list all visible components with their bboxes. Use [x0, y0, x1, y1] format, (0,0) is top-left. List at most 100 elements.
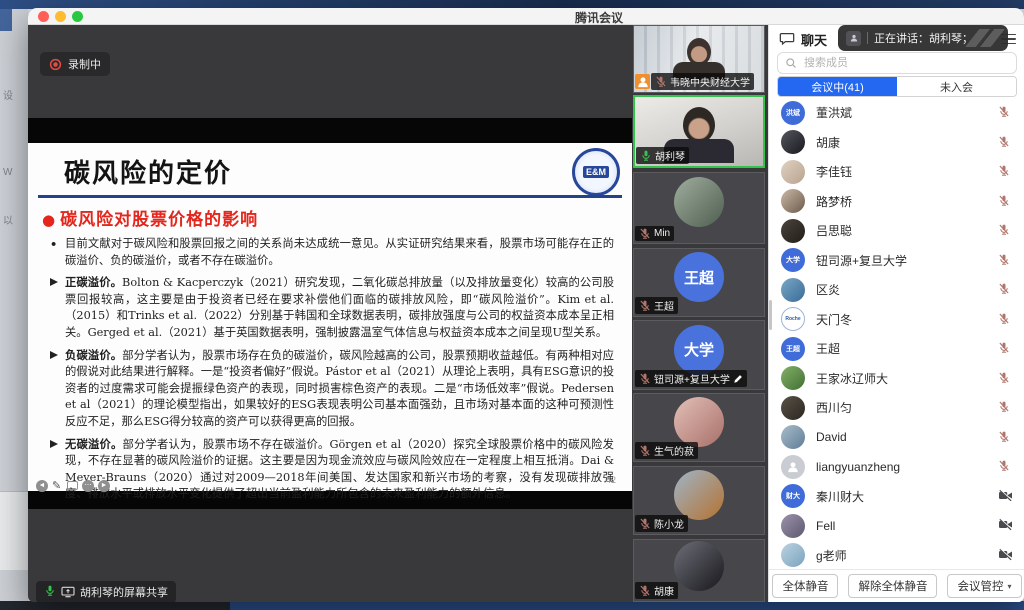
member-row[interactable]: 财大秦川财大 — [769, 482, 1024, 512]
participant-name: 韦晓中央财经大学 — [670, 74, 750, 89]
bullet-marker-icon — [50, 440, 58, 448]
mic-muted-icon — [998, 194, 1010, 207]
member-row[interactable]: David — [769, 423, 1024, 453]
member-row[interactable]: 王家冰辽师大 — [769, 364, 1024, 394]
whiteboard-icon[interactable] — [67, 481, 78, 490]
video-tile[interactable]: 大学 钮司源+复旦大学 — [633, 320, 765, 390]
scrollbar[interactable] — [769, 300, 772, 330]
avatar — [781, 514, 805, 538]
footer-button[interactable]: 全体静音 — [772, 574, 838, 598]
member-row[interactable]: Roche天门冬 — [769, 305, 1024, 335]
mic-muted-icon — [639, 584, 651, 597]
camera-off-icon — [998, 489, 1013, 502]
title-divider — [38, 195, 622, 198]
member-row[interactable]: 路梦桥 — [769, 187, 1024, 217]
speaking-toast: 正在讲话：胡利琴； — [838, 25, 1008, 51]
member-row[interactable]: 大学钮司源+复旦大学 — [769, 246, 1024, 276]
zoom-window-button[interactable] — [72, 11, 83, 22]
member-row[interactable]: 李佳钰 — [769, 157, 1024, 187]
next-icon[interactable]: ► — [98, 480, 110, 492]
video-tile[interactable]: 陈小龙 — [633, 466, 765, 535]
member-name: 秦川财大 — [816, 488, 998, 505]
video-strip: 韦晓中央财经大学 胡利琴 Min 王超 王超大学 钮司源+复旦大学 生气的菽 陈小… — [633, 24, 765, 602]
close-window-button[interactable] — [38, 11, 49, 22]
video-tile[interactable]: 生气的菽 — [633, 393, 765, 462]
member-list: 洪斌董洪斌 胡康 李佳钰 路梦桥 吕思聪 大学钮司源+复旦大学 区炎 Roche… — [769, 98, 1024, 570]
avatar — [674, 541, 724, 591]
minimize-window-button[interactable] — [55, 11, 66, 22]
participant-name: Min — [654, 228, 670, 239]
pen-icon[interactable]: ✎ — [52, 479, 63, 492]
slide-title: 碳风险的定价 — [64, 153, 232, 190]
chat-icon — [779, 31, 795, 47]
mic-muted-icon — [998, 223, 1010, 236]
member-search[interactable] — [777, 52, 1017, 74]
member-row[interactable]: liangyuanzheng — [769, 452, 1024, 482]
slide-bullet: 正碳溢价。Bolton & Kacperczyk（2021）研究发现，二氧化碳总… — [50, 274, 614, 341]
avatar — [781, 366, 805, 390]
video-tile[interactable]: 胡利琴 — [633, 95, 765, 168]
tab-in-meeting[interactable]: 会议中(41) — [778, 77, 897, 96]
window-title: 腾讯会议 — [575, 9, 623, 26]
member-row[interactable]: 胡康 — [769, 128, 1024, 158]
panel-footer: 全体静音解除全体静音会议管控▾ — [769, 569, 1024, 602]
screen-share-icon — [61, 586, 75, 598]
member-name: g老师 — [816, 547, 998, 564]
avatar — [781, 278, 805, 302]
participant-name: 胡康 — [654, 583, 674, 598]
recording-indicator: 录制中 — [40, 52, 110, 76]
member-row[interactable]: 洪斌董洪斌 — [769, 98, 1024, 128]
tab-not-joined[interactable]: 未入会 — [897, 77, 1016, 96]
member-row[interactable]: 西川匀 — [769, 393, 1024, 423]
participant-name: 王超 — [654, 298, 674, 313]
footer-button[interactable]: 解除全体静音 — [848, 574, 937, 598]
slide-bullet: 负碳溢价。部分学者认为，股票市场存在负的碳溢价，碳风险越高的公司，股票预期收益越… — [50, 347, 614, 431]
member-row[interactable]: 王超王超 — [769, 334, 1024, 364]
participant-name: 陈小龙 — [654, 516, 684, 531]
edit-name-icon[interactable] — [733, 374, 743, 384]
background-text-fragment: W — [3, 167, 12, 178]
screen-share-badge: 胡利琴的屏幕共享 — [36, 581, 176, 602]
mic-muted-icon — [639, 444, 651, 457]
mic-on-icon — [44, 584, 56, 600]
member-row[interactable]: g老师 — [769, 541, 1024, 571]
tile-label: 韦晓中央财经大学 — [635, 73, 754, 90]
member-name: 路梦桥 — [816, 193, 998, 210]
camera-off-icon — [998, 548, 1013, 561]
bullet-marker-icon — [50, 278, 58, 286]
member-name: 胡康 — [816, 134, 998, 151]
avatar — [674, 470, 724, 520]
search-input[interactable] — [802, 56, 1009, 70]
member-row[interactable]: 区炎 — [769, 275, 1024, 305]
mic-muted-icon — [998, 371, 1010, 384]
avatar — [781, 455, 805, 479]
presentation-slide: 碳风险的定价 E&M ●碳风险对股票价格的影响 •目前文献对于碳风险和股票回报之… — [28, 143, 632, 491]
slide-body: •目前文献对于碳风险和股票回报之间的关系尚未达成统一意见。从实证研究结果来看，股… — [50, 236, 614, 508]
avatar — [781, 396, 805, 420]
footer-button[interactable]: 会议管控▾ — [947, 574, 1021, 598]
slide-page-number: 42 — [606, 475, 616, 485]
tile-label: 胡康 — [635, 582, 678, 599]
video-tile[interactable]: 王超 王超 — [633, 248, 765, 317]
background-window-corner — [0, 491, 28, 570]
slide-bullet: 无碳溢价。部分学者认为，股票市场不存在碳溢价。Görgen et al（2020… — [50, 436, 614, 503]
member-name: 区炎 — [816, 281, 998, 298]
avatar — [781, 425, 805, 449]
background-bottom-edge — [0, 601, 1024, 610]
recording-label: 录制中 — [68, 56, 101, 72]
mic-on-icon — [44, 584, 56, 597]
member-row[interactable]: Fell — [769, 511, 1024, 541]
mic-muted-icon — [639, 372, 651, 385]
avatar — [781, 543, 805, 567]
video-tile[interactable]: 韦晓中央财经大学 — [633, 25, 765, 93]
video-tile[interactable]: Min — [633, 172, 765, 244]
avatar — [781, 189, 805, 213]
undo-icon[interactable]: ◄ — [36, 480, 48, 492]
more-tools-icon[interactable]: ⋯ — [82, 480, 94, 492]
mic-muted-icon — [655, 75, 667, 88]
window-titlebar: 腾讯会议 — [28, 8, 1024, 25]
mic-muted-icon — [998, 105, 1010, 118]
avatar: 大学 — [674, 325, 724, 375]
video-tile[interactable]: 胡康 — [633, 539, 765, 602]
member-row[interactable]: 吕思聪 — [769, 216, 1024, 246]
